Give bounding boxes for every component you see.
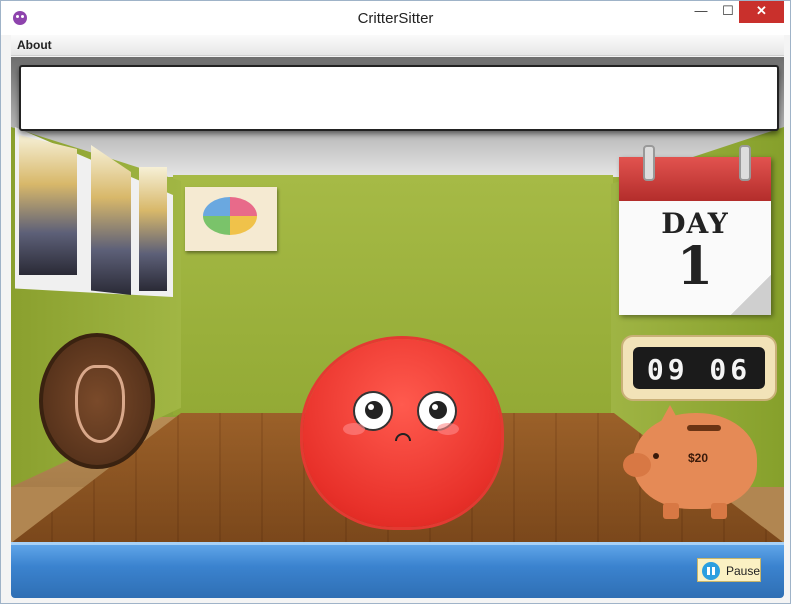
piggy-leg	[663, 503, 679, 519]
minimize-button[interactable]: —	[687, 1, 715, 23]
calendar-page-curl	[731, 275, 771, 315]
critter-mouth	[395, 433, 411, 441]
piggy-bank[interactable]: $20	[623, 405, 757, 519]
app-window: CritterSitter — ☐ ✕ About DAY 1 09 06 $2…	[0, 0, 791, 604]
pause-button[interactable]: Pause	[697, 558, 761, 582]
window-title: CritterSitter	[357, 10, 434, 27]
piggy-leg	[711, 503, 727, 519]
piggy-eye	[653, 453, 659, 459]
menu-bar: About	[11, 35, 784, 56]
window-pane	[139, 167, 167, 291]
window-pane	[19, 135, 77, 275]
food-poster	[185, 187, 277, 251]
game-scene: DAY 1 09 06 $20	[11, 57, 784, 543]
pause-label: Pause	[726, 564, 761, 578]
piggy-snout	[623, 453, 651, 477]
shield-ornament	[75, 365, 125, 443]
calendar-ring	[643, 145, 655, 181]
bottom-control-bar: Pause	[11, 542, 784, 598]
critter-blush	[437, 423, 459, 435]
red-fuzzy-critter[interactable]	[303, 339, 501, 527]
wooden-shield-decoration	[39, 333, 155, 469]
flip-clock: 09 06	[621, 335, 777, 401]
calendar-ring	[739, 145, 751, 181]
pause-icon	[702, 562, 720, 580]
menu-about[interactable]: About	[17, 38, 52, 52]
title-bar: CritterSitter — ☐ ✕	[1, 1, 790, 35]
speech-message-box	[19, 65, 779, 131]
clock-face: 09 06	[633, 347, 765, 389]
money-amount: $20	[687, 451, 709, 465]
maximize-button[interactable]: ☐	[714, 1, 742, 23]
food-pie-image	[203, 197, 257, 235]
critter-blush	[343, 423, 365, 435]
piggy-coin-slot	[687, 425, 721, 431]
clock-time: 09 06	[646, 353, 752, 386]
day-calendar: DAY 1	[619, 145, 771, 315]
close-button[interactable]: ✕	[739, 1, 784, 23]
